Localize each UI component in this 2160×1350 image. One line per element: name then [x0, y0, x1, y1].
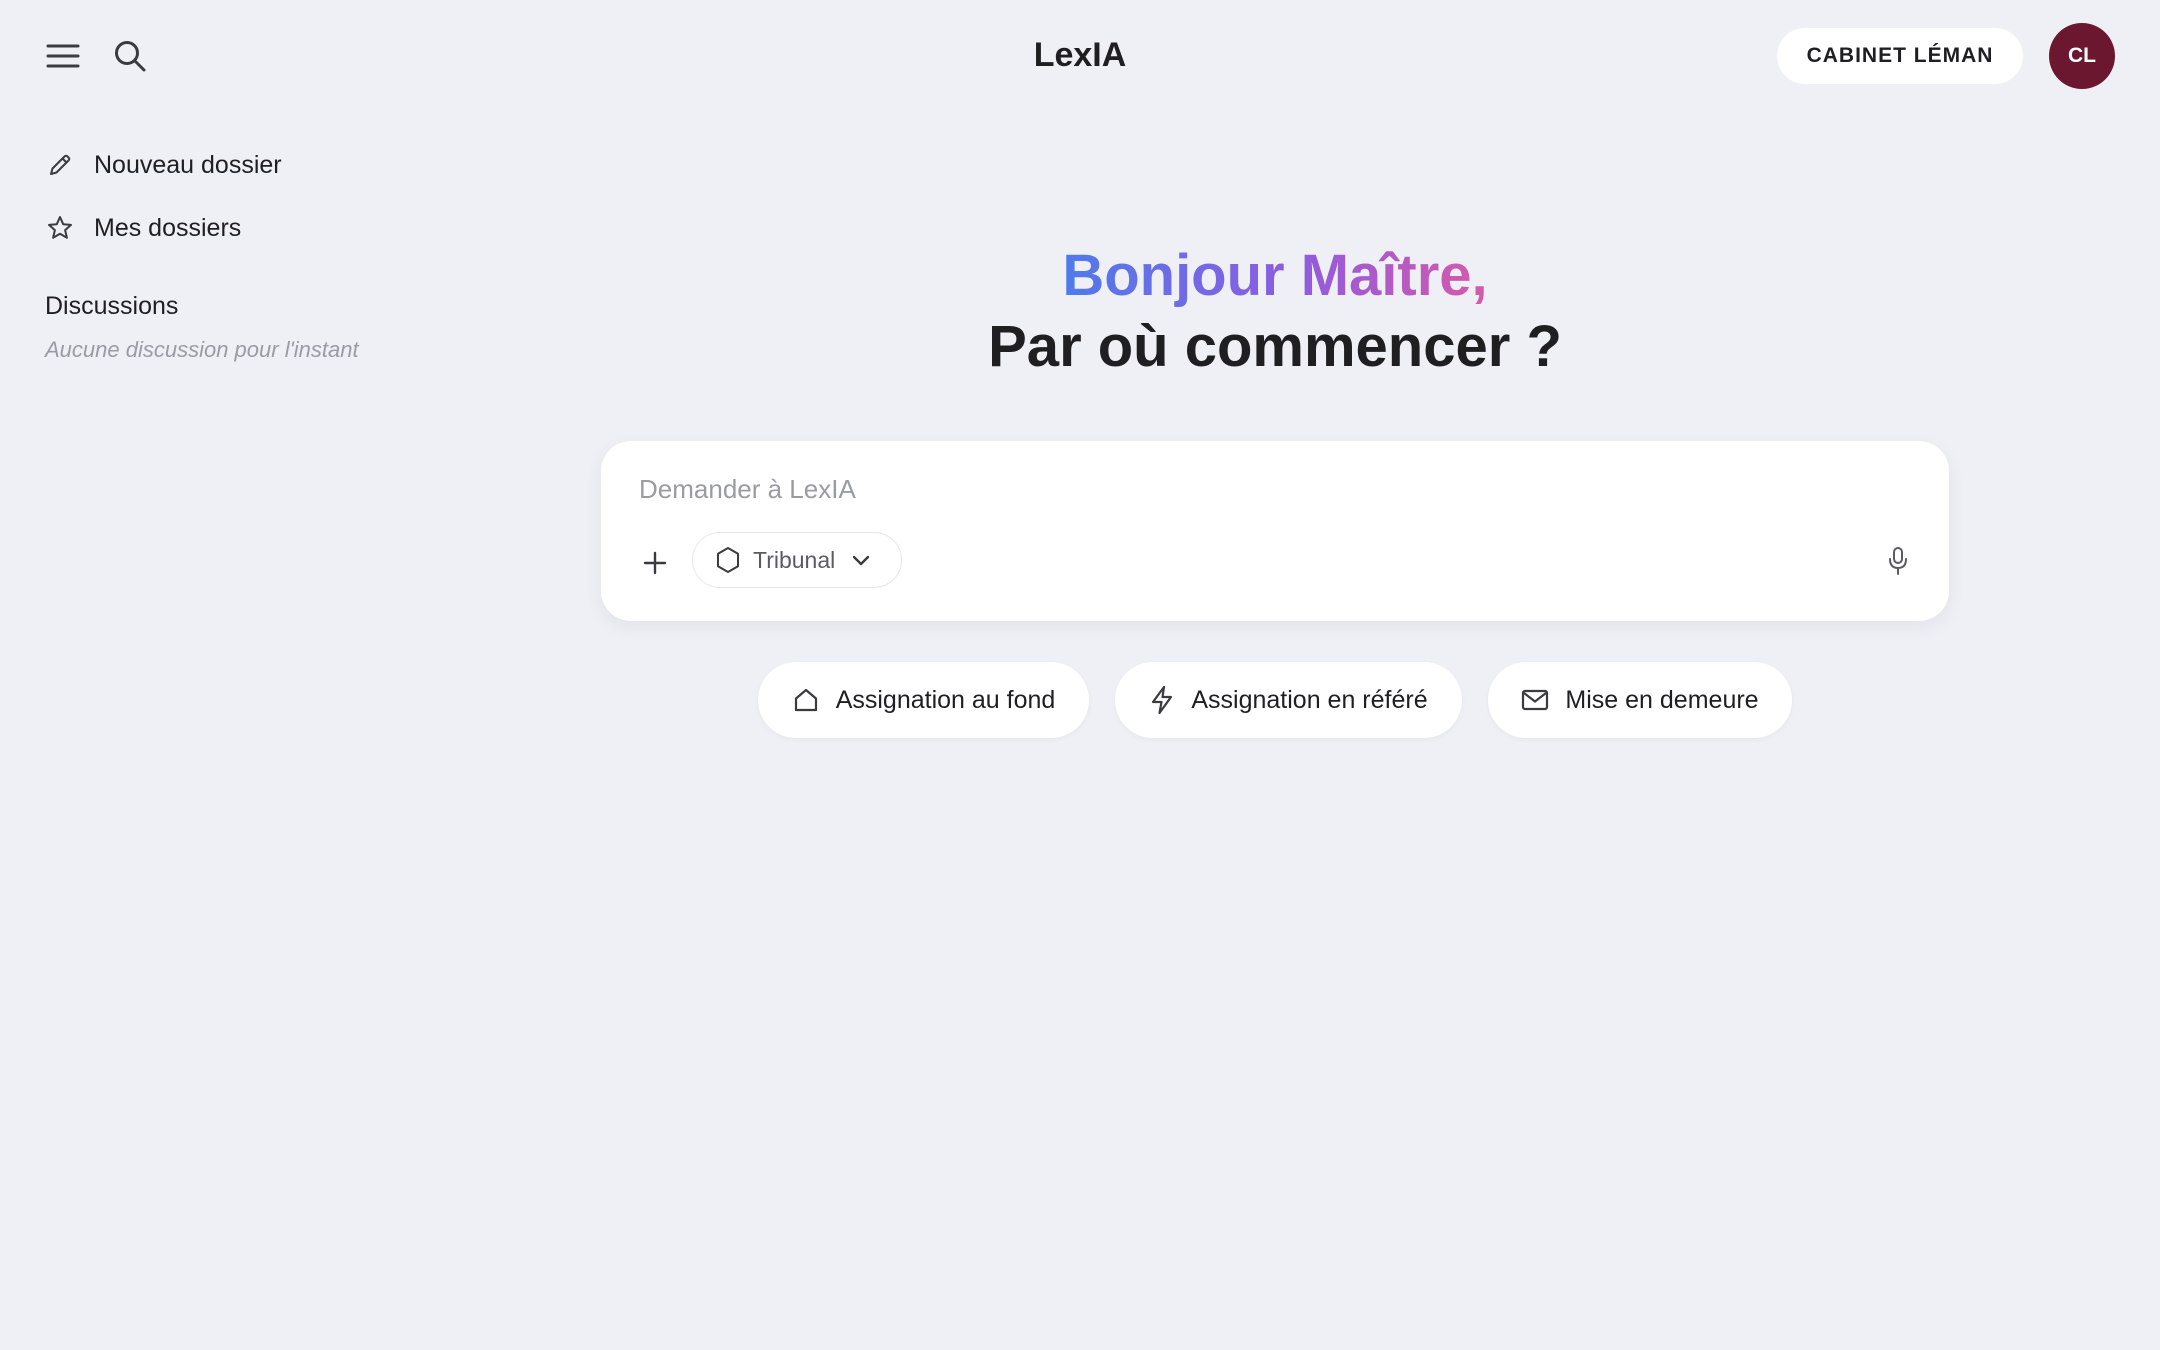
sidebar-item-label: Nouveau dossier [94, 150, 282, 179]
plus-icon[interactable] [633, 541, 677, 585]
prompt-composer: Tribunal [601, 441, 1949, 621]
discussions-heading: Discussions [45, 292, 179, 320]
suggestion-mise-en-demeure[interactable]: Mise en demeure [1488, 662, 1792, 738]
prompt-input[interactable] [639, 469, 1839, 509]
tribunal-selector-label: Tribunal [753, 546, 836, 573]
chevron-down-icon [851, 553, 871, 567]
suggestion-label: Assignation au fond [835, 685, 1056, 714]
suggestion-assignation-au-fond[interactable]: Assignation au fond [758, 662, 1089, 738]
greeting-line-1: Bonjour Maître, [1062, 240, 1487, 312]
home-icon [792, 686, 820, 714]
microphone-icon[interactable] [1878, 539, 1918, 583]
cabinet-button[interactable]: CABINET LÉMAN [1777, 28, 2023, 84]
pencil-icon [44, 149, 76, 181]
discussions-empty-text: Aucune discussion pour l'instant [45, 337, 359, 362]
sidebar-item-label: Mes dossiers [94, 213, 242, 242]
sidebar-item-nouveau-dossier[interactable]: Nouveau dossier [44, 141, 282, 189]
avatar[interactable]: CL [2049, 23, 2115, 89]
star-icon [44, 212, 76, 244]
suggestion-label: Assignation en référé [1191, 685, 1428, 714]
greeting-line-2: Par où commencer ? [988, 314, 1562, 379]
tribunal-selector[interactable]: Tribunal [692, 532, 902, 588]
app-root: LexIA CABINET LÉMAN CL Nouveau dossier M… [0, 0, 2160, 1350]
greeting: Bonjour Maître, Par où commencer ? [600, 240, 1950, 382]
sidebar-item-mes-dossiers[interactable]: Mes dossiers [44, 204, 241, 252]
suggestion-assignation-en-refere[interactable]: Assignation en référé [1115, 662, 1462, 738]
hexagon-icon [715, 546, 741, 574]
lightning-icon [1149, 685, 1175, 715]
mail-icon [1521, 688, 1549, 712]
suggestion-label: Mise en demeure [1565, 685, 1759, 714]
